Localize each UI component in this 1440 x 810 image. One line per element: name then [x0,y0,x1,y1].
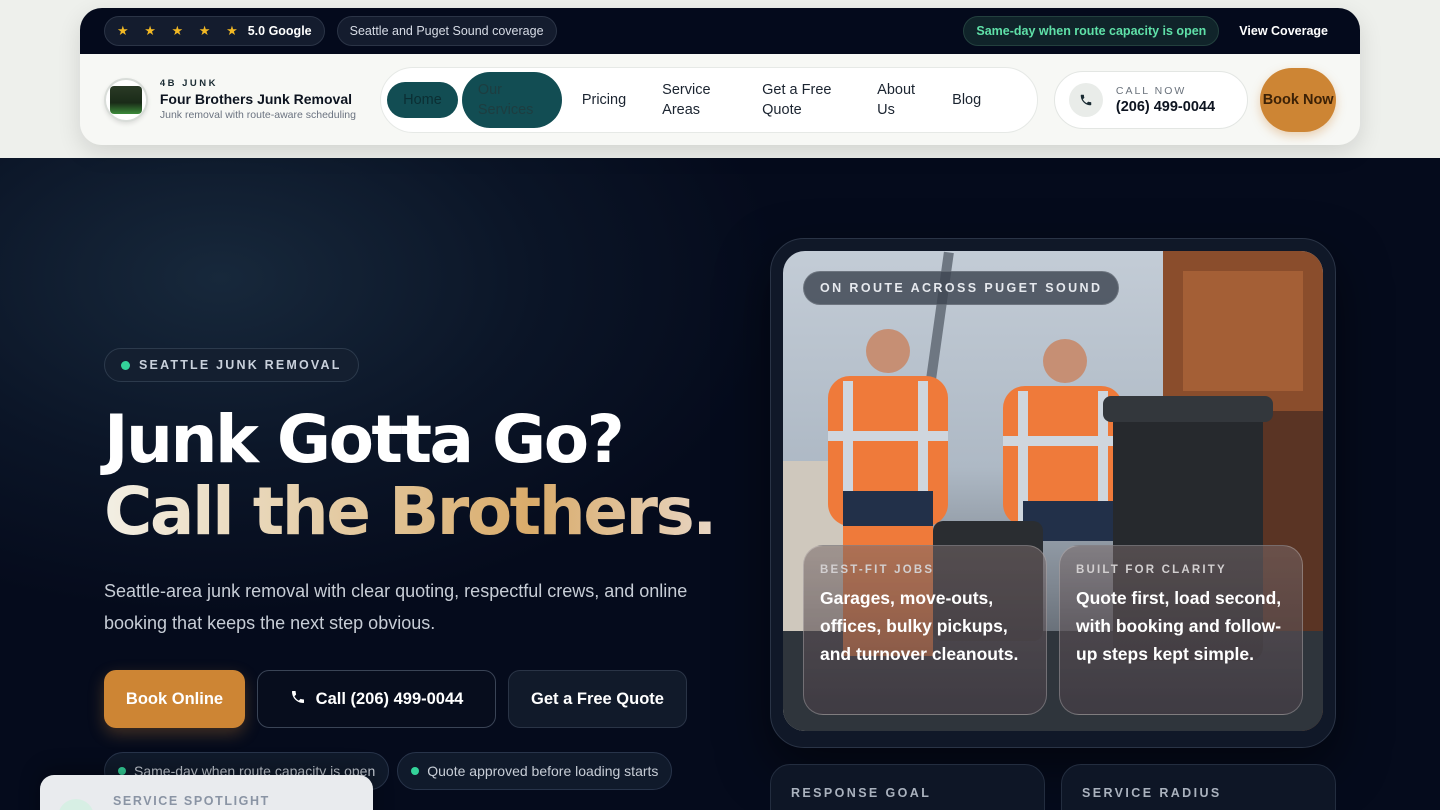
built-for-clarity-text: Quote first, load second, with booking a… [1076,588,1282,664]
hero-cta-row: Book Online Call (206) 499-0044 Get a Fr… [104,670,699,728]
service-spotlight-card[interactable]: SERVICE SPOTLIGHT [40,775,373,810]
response-goal-card: RESPONSE GOAL [770,764,1045,810]
call-phone-button[interactable]: Call (206) 499-0044 [257,670,496,728]
primary-nav: Home Our Services Pricing Service Areas … [380,66,1038,133]
hero-eyebrow: SEATTLE JUNK REMOVAL [104,348,359,382]
hero-eyebrow-text: SEATTLE JUNK REMOVAL [139,358,342,372]
logo-image [109,85,142,114]
built-for-clarity-card: BUILT FOR CLARITY Quote first, load seco… [1059,545,1303,715]
book-now-button[interactable]: Book Now [1260,67,1337,132]
brand-name: Four Brothers Junk Removal [159,90,353,107]
hero-subcopy: Seattle-area junk removal with clear quo… [104,581,688,633]
brand-tagline: Junk removal with route-aware scheduling [159,108,356,121]
nav-item-about-us[interactable]: About Us [867,80,927,120]
built-for-clarity-label: BUILT FOR CLARITY [1076,564,1227,576]
nav-item-home[interactable]: Home [387,81,458,118]
best-fit-jobs-label: BEST-FIT JOBS [820,564,935,576]
phone-icon [290,689,306,710]
best-fit-jobs-text: Garages, move-outs, offices, bulky picku… [820,588,1019,664]
feature-chip: Quote approved before loading starts [397,752,673,790]
nav-item-our-services[interactable]: Our Services [461,71,562,128]
service-radius-label: SERVICE RADIUS [1082,786,1222,800]
best-fit-jobs-card: BEST-FIT JOBS Garages, move-outs, office… [803,545,1047,715]
top-bar: ★ ★ ★ ★ ★ 5.0 Google Seattle and Puget S… [80,8,1360,54]
headline-line-1: Junk Gotta Go? [104,401,625,478]
nav-item-service-areas[interactable]: Service Areas [652,80,742,120]
status-dot-icon [118,767,126,775]
service-radius-card: SERVICE RADIUS [1061,764,1336,810]
spotlight-icon [58,799,94,810]
site-header: ★ ★ ★ ★ ★ 5.0 Google Seattle and Puget S… [80,8,1360,145]
main-navbar: 4B JUNK Four Brothers Junk Removal Junk … [80,54,1360,145]
route-tag: ON ROUTE ACROSS PUGET SOUND [803,271,1120,305]
hero-headline: Junk Gotta Go? Call the Brothers. [104,401,717,550]
logo[interactable] [104,77,148,122]
google-rating-pill: ★ ★ ★ ★ ★ 5.0 Google [104,16,325,46]
availability-pill: Same-day when route capacity is open [963,16,1220,46]
call-now-button[interactable]: CALL NOW (206) 499-0044 [1053,70,1249,129]
rating-text: 5.0 Google [247,24,312,38]
nav-item-free-quote[interactable]: Get a Free Quote [752,80,852,120]
star-rating-icon: ★ ★ ★ ★ ★ [117,23,244,38]
phone-icon [1068,82,1103,117]
response-goal-label: RESPONSE GOAL [791,786,932,800]
status-dot-icon [121,360,130,370]
brand-block[interactable]: 4B JUNK Four Brothers Junk Removal Junk … [160,78,364,122]
call-now-label: CALL NOW [1115,84,1187,97]
view-coverage-link[interactable]: View Coverage [1239,24,1328,38]
book-online-button[interactable]: Book Online [104,670,245,728]
nav-item-blog[interactable]: Blog [942,90,991,110]
call-phone-label: Call (206) 499-0044 [315,689,464,708]
headline-line-2: Call the Brothers. [104,473,717,550]
spotlight-label: SERVICE SPOTLIGHT [113,794,270,808]
coverage-pill: Seattle and Puget Sound coverage [336,16,557,46]
free-quote-button[interactable]: Get a Free Quote [508,670,687,728]
call-now-number: (206) 499-0044 [1115,98,1216,115]
status-dot-icon [411,767,420,775]
feature-chip-text: Quote approved before loading starts [427,763,659,779]
nav-item-pricing[interactable]: Pricing [572,90,636,110]
brand-kicker: 4B JUNK [159,77,219,89]
